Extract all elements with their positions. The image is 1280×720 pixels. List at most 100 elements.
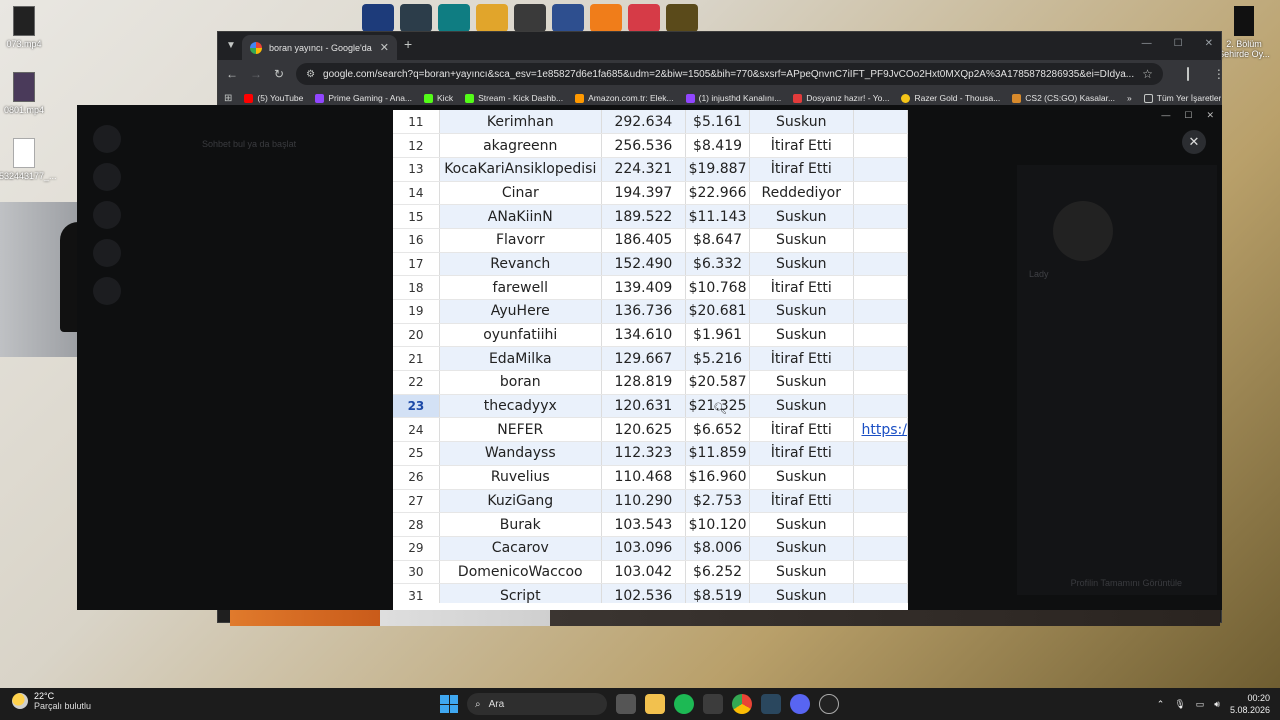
status-cell: Suskun [749,204,854,229]
network-icon[interactable]: ▭ [1196,699,1205,710]
money-cell: $5.216 [685,346,750,372]
windows-start-icon[interactable] [440,695,458,713]
new-tab-button[interactable]: + [404,36,412,52]
overlay-search[interactable]: Sohbet bul ya da başlat [202,139,296,149]
server-icon[interactable] [93,125,121,153]
clock[interactable]: 00:20 5.08.2026 [1230,692,1270,716]
weather-widget[interactable]: 22°C Parçalı bulutlu [12,691,91,711]
app-icon[interactable] [703,694,723,714]
chrome-icon[interactable] [732,694,752,714]
temperature: 22°C [34,691,55,701]
all-bookmarks-folder[interactable]: Tüm Yer İşaretleri [1143,93,1221,103]
steam-icon[interactable] [761,694,781,714]
close-window-icon[interactable]: ✕ [1205,38,1213,49]
views-cell: 136.736 [601,299,687,324]
views-cell: 129.667 [601,346,687,372]
bookmark-item[interactable]: Stream - Kick Dashb... [465,93,563,103]
bookmark-item[interactable]: Kick [424,93,453,103]
row-number: 11 [393,110,440,135]
app-icon[interactable] [514,4,546,32]
app-icon[interactable] [362,4,394,32]
server-icon[interactable] [93,239,121,267]
back-icon[interactable]: ← [226,67,238,81]
app-icon[interactable] [438,4,470,32]
close-icon[interactable]: ✕ [1182,130,1206,154]
app-icon[interactable] [628,4,660,32]
bookmark-item[interactable]: CS2 (CS:GO) Kasalar... [1012,93,1115,103]
views-cell: 224.321 [601,157,687,182]
reload-icon[interactable]: ↻ [274,67,284,81]
app-icon[interactable] [666,4,698,32]
close-tab-icon[interactable]: ✕ [380,41,389,54]
address-bar[interactable]: ⚙ google.com/search?q=boran+yayıncı&sca_… [296,63,1163,85]
bookmark-item[interactable]: (5) YouTube [244,93,303,103]
table-row: 13 KocaKariAnsiklopedisi 224.321 $19.887 İti… [393,157,908,182]
more-bookmarks-icon[interactable]: » [1127,93,1132,103]
money-cell: $8.419 [685,133,750,158]
view-profile-button[interactable]: Profilin Tamamını Görüntüle [1071,578,1182,588]
apps-grid-icon[interactable]: ⊞ [224,93,232,104]
status-cell: Suskun [749,370,854,395]
task-view-icon[interactable] [616,694,636,714]
table-row: 24 NEFER 120.625 $6.652 İtiraf Etti https:/ [393,417,908,443]
tab-search-icon[interactable]: ▼ [222,37,240,55]
row-number: 13 [393,157,440,182]
row-number: 17 [393,252,440,277]
menu-dots-icon[interactable]: ⋮ [1213,67,1225,81]
status-cell: Suskun [749,110,854,135]
desktop-file-icon[interactable]: 0801.mp4 [0,72,54,115]
puzzle-icon[interactable] [1186,67,1189,81]
app-icon[interactable] [400,4,432,32]
chevron-up-icon[interactable]: ⌃ [1157,699,1165,710]
desktop-file-label: 2. Bölüm Şehirde Oy... [1218,39,1270,59]
tab-bar: ▼ boran yayıncı - Google'da Ara ✕ + — ☐ … [218,32,1221,60]
link-cell [853,252,908,277]
row-number: 27 [393,489,440,514]
browser-toolbar: ← → ↻ ⚙ google.com/search?q=boran+yayınc… [218,60,1225,88]
money-cell: $16.960 [685,465,750,490]
streamer-name-cell: EdaMilka [439,346,602,372]
bookmark-item[interactable]: Razer Gold - Thousa... [901,93,1000,103]
server-icon[interactable] [93,201,121,229]
app-icon[interactable] [590,4,622,32]
close-window-icon[interactable]: ✕ [1206,110,1214,121]
views-cell: 110.468 [601,465,687,490]
discord-icon[interactable] [790,694,810,714]
app-icon[interactable] [552,4,584,32]
views-cell: 103.096 [601,536,687,561]
maximize-icon[interactable]: ☐ [1184,110,1192,121]
file-explorer-icon[interactable] [645,694,665,714]
bookmark-star-icon[interactable]: ☆ [1142,67,1153,81]
tab-google-search[interactable]: boran yayıncı - Google'da Ara ✕ [242,35,397,60]
server-icon[interactable] [93,163,121,191]
microphone-icon[interactable]: 🎙︎ [1174,699,1185,710]
obs-icon[interactable] [819,694,839,714]
bookmark-label: Amazon.com.tr: Elek... [588,93,674,103]
desktop-file-icon[interactable]: 7532443177_... [0,138,57,181]
forward-icon[interactable]: → [250,67,262,81]
minimize-icon[interactable]: — [1161,110,1170,121]
taskbar-search[interactable]: ⌕ Ara [467,693,607,715]
minimize-icon[interactable]: — [1142,38,1152,49]
maximize-icon[interactable]: ☐ [1174,38,1183,49]
bookmark-label: (1) injusthd Kanalını... [698,93,782,103]
link-cell [853,560,908,585]
spotify-icon[interactable] [674,694,694,714]
table-row: 28 Burak 103.543 $10.120 Suskun [393,512,908,537]
bookmark-item[interactable]: (1) injusthd Kanalını... [685,93,782,103]
desktop-file-icon[interactable]: 2. Bölüm Şehirde Oy... [1214,6,1274,59]
link-cell [853,489,908,514]
table-row: 11 Kerimhan 292.634 $5.161 Suskun [393,110,908,135]
app-icon[interactable] [476,4,508,32]
bookmark-item[interactable]: Prime Gaming - Ana... [315,93,412,103]
streamer-name-cell: KuziGang [439,489,602,514]
status-cell: İtiraf Etti [749,157,854,182]
link-cell[interactable]: https:/ [853,417,908,443]
bookmark-item[interactable]: Amazon.com.tr: Elek... [575,93,674,103]
money-cell: $11.859 [685,441,750,466]
volume-icon[interactable]: 🔊︎ [1214,699,1220,710]
site-info-icon[interactable]: ⚙ [306,69,315,80]
server-icon[interactable] [93,277,121,305]
bookmark-item[interactable]: Dosyanız hazır! - Yo... [793,93,889,103]
desktop-file-icon[interactable]: 073.mp4 [0,6,54,49]
